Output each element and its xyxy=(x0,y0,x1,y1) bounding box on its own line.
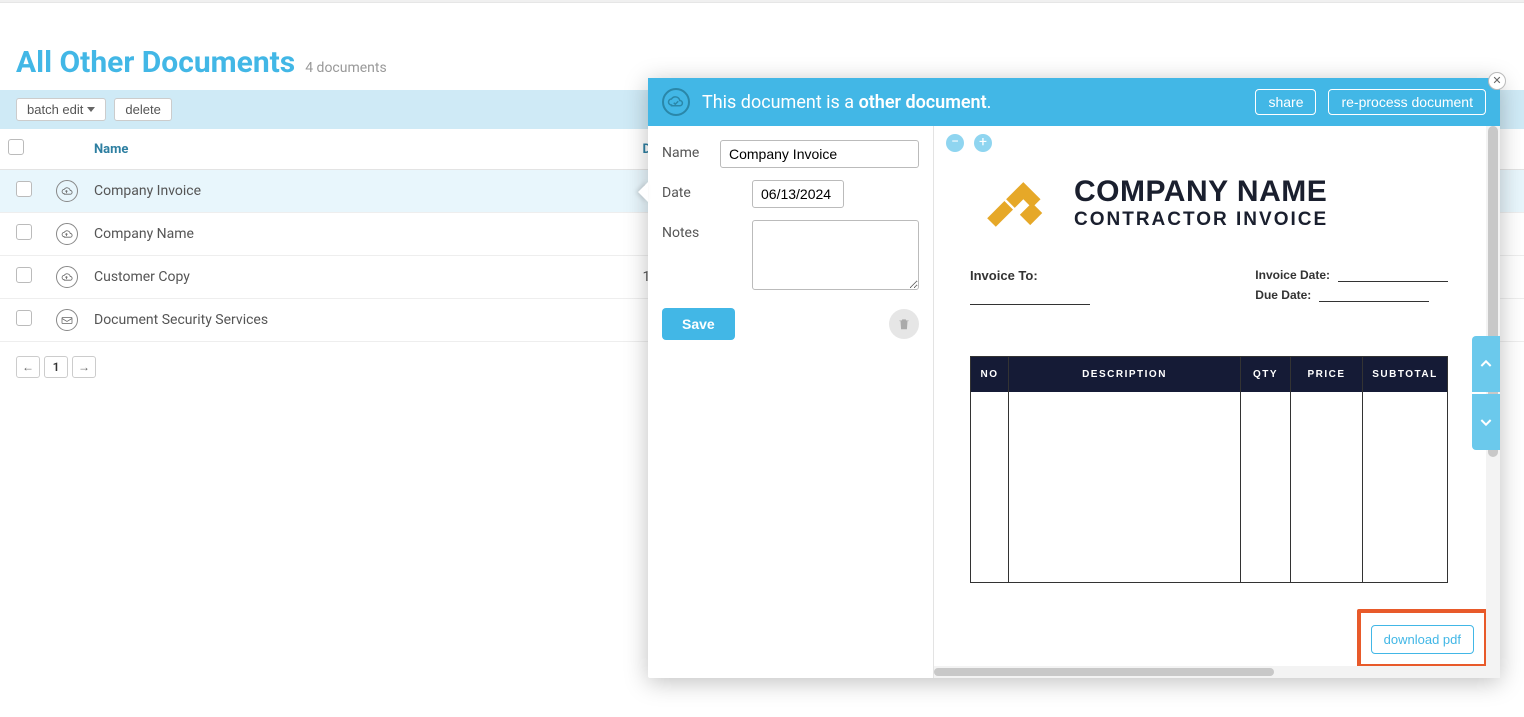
document-preview: − + COMPANY NAME CONTRACTOR INVOICE xyxy=(934,126,1500,678)
select-all-checkbox[interactable] xyxy=(8,139,24,155)
panel-prefix: This document is a xyxy=(702,92,859,113)
date-label: Date xyxy=(662,180,742,201)
pager-page[interactable]: 1 xyxy=(44,356,68,378)
col-no: NO xyxy=(971,357,1009,392)
trash-button[interactable] xyxy=(889,309,919,339)
col-subtotal: SUBTOTAL xyxy=(1363,357,1447,392)
prev-document-button[interactable] xyxy=(1472,336,1500,392)
invoice-line-table: NO DESCRIPTION QTY PRICE SUBTOTAL xyxy=(970,356,1448,583)
name-label: Name xyxy=(662,140,710,161)
panel-suffix: . xyxy=(987,92,992,113)
share-button[interactable]: share xyxy=(1255,89,1316,115)
chevron-down-icon xyxy=(1478,414,1494,430)
date-field[interactable] xyxy=(752,180,844,208)
row-checkbox[interactable] xyxy=(16,310,32,326)
row-name: Document Security Services xyxy=(86,299,634,342)
col-qty: QTY xyxy=(1241,357,1291,392)
cloud-upload-icon xyxy=(56,266,78,288)
cloud-upload-icon xyxy=(56,180,78,202)
panel-kind: other document xyxy=(859,92,987,113)
page-count: 4 documents xyxy=(305,60,387,76)
preview-hscroll[interactable] xyxy=(934,666,1500,678)
row-checkbox[interactable] xyxy=(16,181,32,197)
invoice-subtitle: CONTRACTOR INVOICE xyxy=(1074,209,1328,231)
zoom-out-button[interactable]: − xyxy=(946,134,964,152)
invoice-date-line xyxy=(1338,268,1448,282)
download-pdf-button[interactable]: download pdf xyxy=(1371,625,1474,654)
row-name: Customer Copy xyxy=(86,256,634,299)
batch-edit-button[interactable]: batch edit xyxy=(16,98,106,121)
invoice-date-label: Invoice Date: xyxy=(1255,268,1330,282)
caret-down-icon xyxy=(87,107,95,112)
chevron-up-icon xyxy=(1478,356,1494,372)
invoice-title: COMPANY NAME xyxy=(1074,175,1328,209)
invoice-to-line xyxy=(970,289,1090,305)
zoom-in-button[interactable]: + xyxy=(974,134,992,152)
cloud-check-icon xyxy=(662,88,690,116)
download-highlight: download pdf xyxy=(1357,609,1488,668)
next-document-button[interactable] xyxy=(1472,394,1500,450)
cloud-upload-icon xyxy=(56,223,78,245)
row-checkbox[interactable] xyxy=(16,267,32,283)
company-logo xyxy=(970,166,1056,240)
trash-icon xyxy=(897,317,911,331)
row-name: Company Name xyxy=(86,213,634,256)
col-description: DESCRIPTION xyxy=(1009,357,1241,392)
panel-header: This document is a other document. share… xyxy=(648,78,1500,126)
delete-button[interactable]: delete xyxy=(114,98,171,121)
col-price: PRICE xyxy=(1291,357,1363,392)
edit-form: Name Date Notes Save xyxy=(648,126,934,678)
invoice-to-label: Invoice To: xyxy=(970,268,1090,283)
page-title: All Other Documents xyxy=(16,45,295,80)
name-field[interactable] xyxy=(720,140,919,168)
notes-field[interactable] xyxy=(752,220,919,290)
notes-label: Notes xyxy=(662,220,742,241)
pager-next[interactable]: → xyxy=(72,356,96,378)
document-panel: ✕ This document is a other document. sha… xyxy=(648,78,1500,678)
col-name[interactable]: Name xyxy=(86,129,634,170)
batch-edit-label: batch edit xyxy=(27,102,83,117)
save-button[interactable]: Save xyxy=(662,308,735,340)
row-checkbox[interactable] xyxy=(16,224,32,240)
due-date-label: Due Date: xyxy=(1255,288,1311,302)
close-icon[interactable]: ✕ xyxy=(1488,72,1506,90)
pager-prev[interactable]: ← xyxy=(16,356,40,378)
row-name: Company Invoice xyxy=(86,170,634,213)
reprocess-button[interactable]: re-process document xyxy=(1328,89,1486,115)
mail-icon xyxy=(56,309,78,331)
due-date-line xyxy=(1319,288,1429,302)
